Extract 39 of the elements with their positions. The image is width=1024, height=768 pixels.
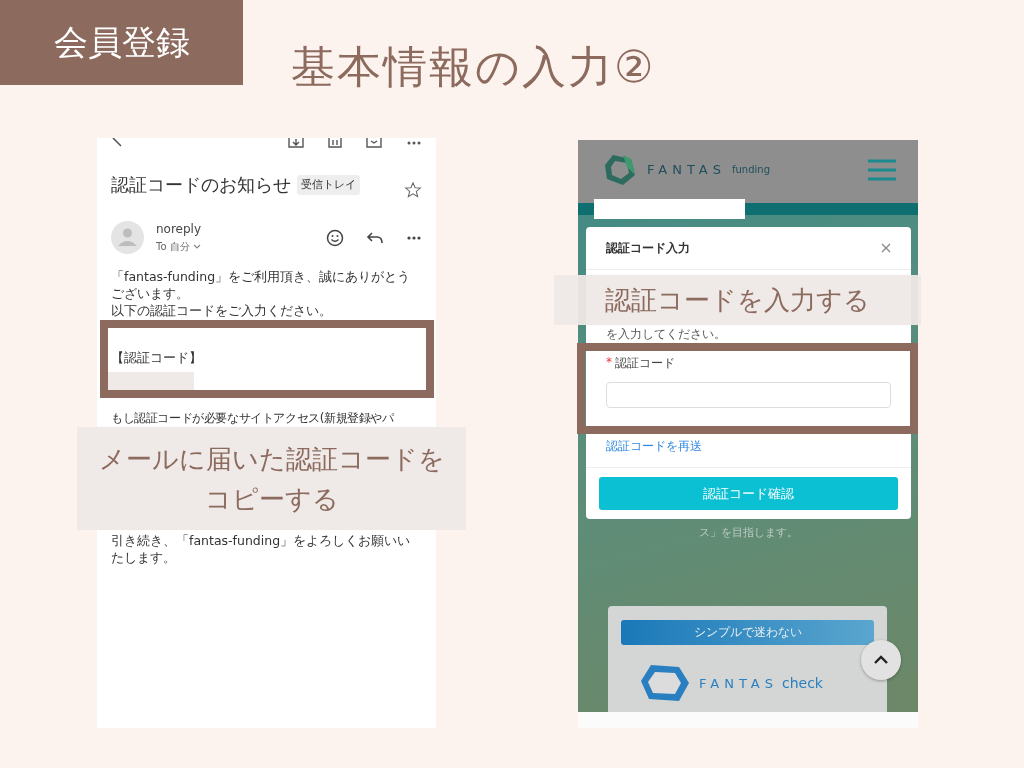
archive-icon[interactable] bbox=[288, 138, 304, 148]
inbox-label[interactable]: 受信トレイ bbox=[297, 175, 360, 195]
email-text: 「fantas-funding」をご利用頂き、誠にありがとうございます。 bbox=[111, 268, 412, 302]
avatar-icon bbox=[111, 221, 144, 254]
logo-text: check bbox=[782, 675, 823, 691]
emoji-icon[interactable] bbox=[326, 228, 344, 247]
instruction-text: を入力してください。 bbox=[606, 326, 727, 343]
close-icon[interactable] bbox=[881, 243, 891, 253]
section-tag: 会員登録 bbox=[0, 0, 243, 85]
email-text: 引き続き、「fantas-funding」をよろしくお願いいたします。 bbox=[111, 532, 412, 566]
code-heading: 【認証コード】 bbox=[111, 349, 203, 366]
logo-text: FANTAS bbox=[699, 675, 778, 691]
email-text: もし認証コードが必要なサイトアクセス(新規登録やパ bbox=[111, 410, 394, 427]
logo-icon bbox=[603, 152, 637, 187]
code-input-field[interactable] bbox=[606, 382, 891, 408]
reply-icon[interactable] bbox=[366, 230, 384, 245]
recipient-text[interactable]: To 自分 bbox=[156, 239, 190, 254]
scroll-top-button[interactable] bbox=[861, 640, 901, 680]
mail-icon[interactable] bbox=[366, 138, 382, 148]
background-text: ス」を目指します。 bbox=[697, 525, 799, 540]
logo-icon bbox=[639, 663, 691, 703]
modal-title: 認証コード入力 bbox=[606, 239, 690, 257]
callout-label: 認証コードを入力する bbox=[554, 275, 921, 325]
chevron-up-icon[interactable] bbox=[873, 655, 889, 665]
email-text: 以下の認証コードをご入力ください。 bbox=[111, 302, 333, 319]
callout-label: メールに届いた認証コードを コピーする bbox=[77, 427, 466, 530]
resend-link[interactable]: 認証コードを再送 bbox=[606, 438, 702, 455]
trash-icon[interactable] bbox=[328, 138, 342, 148]
more-icon[interactable] bbox=[406, 234, 422, 241]
page-title: 基本情報の入力② bbox=[291, 40, 656, 94]
logo-text: funding bbox=[732, 164, 770, 175]
sender-name: noreply bbox=[156, 221, 202, 236]
field-label: 認証コード bbox=[615, 355, 675, 372]
promo-tag: シンプルで迷わない bbox=[621, 620, 874, 645]
email-subject: 認証コードのお知らせ bbox=[111, 173, 291, 197]
logo-text: FANTAS bbox=[647, 162, 726, 177]
required-mark: * bbox=[606, 355, 612, 371]
star-icon[interactable] bbox=[404, 181, 422, 199]
chevron-down-icon[interactable] bbox=[192, 243, 201, 250]
